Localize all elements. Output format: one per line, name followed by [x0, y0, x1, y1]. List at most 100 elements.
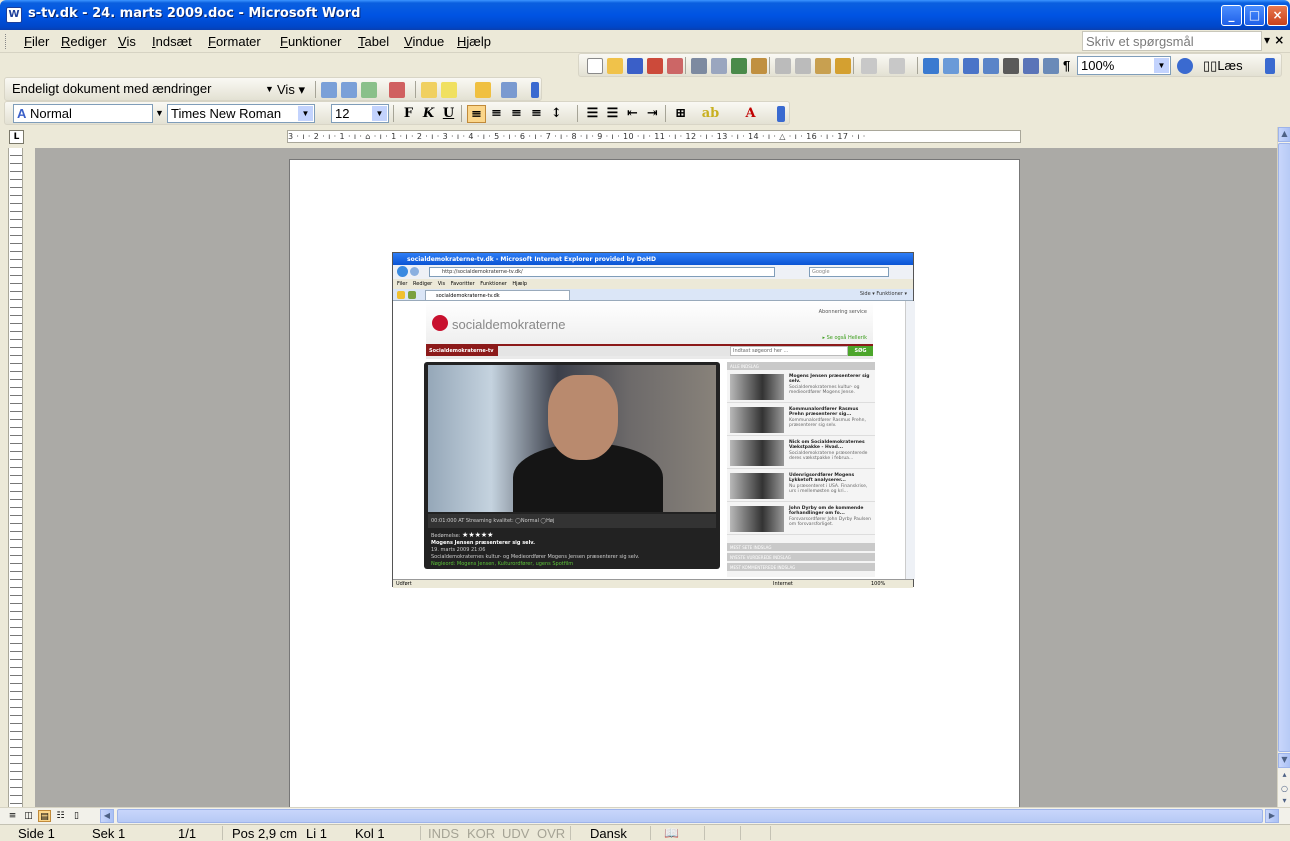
- style-combo[interactable]: A Normal: [13, 104, 153, 123]
- format-painter-icon[interactable]: [835, 58, 851, 74]
- maximize-button[interactable]: □: [1244, 5, 1265, 26]
- word-app-icon[interactable]: W: [6, 7, 22, 23]
- italic-button[interactable]: K: [419, 105, 438, 123]
- outline-view-icon[interactable]: ☷: [54, 810, 67, 822]
- font-combo[interactable]: Times New Roman ▼: [167, 104, 315, 123]
- numbering-icon[interactable]: ☰: [583, 105, 602, 123]
- vertical-scrollbar[interactable]: ▲ ▼ ▴ ○ ▾: [1277, 127, 1290, 810]
- previous-change-icon[interactable]: [321, 82, 337, 98]
- menu-grip[interactable]: [5, 34, 8, 49]
- tab-selector[interactable]: L: [9, 130, 24, 144]
- insert-excel-icon[interactable]: [983, 58, 999, 74]
- research-icon[interactable]: [751, 58, 767, 74]
- align-center-icon[interactable]: ≡: [487, 105, 506, 123]
- font-color-icon[interactable]: A: [741, 105, 760, 123]
- email-icon[interactable]: [667, 58, 683, 74]
- underline-button[interactable]: U: [439, 105, 458, 123]
- reject-change-icon[interactable]: [389, 82, 405, 98]
- menu-vis[interactable]: Vis: [118, 34, 136, 49]
- chevron-down-icon[interactable]: ▼: [298, 106, 313, 121]
- undo-icon[interactable]: [861, 58, 877, 74]
- chevron-down-icon[interactable]: ▼: [1154, 58, 1169, 73]
- menu-vindue[interactable]: Vindue: [404, 34, 444, 49]
- next-change-icon[interactable]: [341, 82, 357, 98]
- embedded-screenshot[interactable]: socialdemokraterne-tv.dk - Microsoft Int…: [392, 252, 915, 588]
- copy-icon[interactable]: [795, 58, 811, 74]
- chevron-down-icon[interactable]: ▼: [155, 108, 164, 118]
- spelling-icon[interactable]: [731, 58, 747, 74]
- cut-icon[interactable]: [775, 58, 791, 74]
- decrease-indent-icon[interactable]: ⇤: [623, 105, 642, 123]
- scroll-up-icon[interactable]: ▲: [1278, 127, 1290, 142]
- status-rec[interactable]: INDS: [428, 826, 459, 841]
- chevron-down-icon[interactable]: ▼: [372, 106, 387, 121]
- align-right-icon[interactable]: ≡: [507, 105, 526, 123]
- help-icon[interactable]: [1177, 58, 1193, 74]
- print-preview-icon[interactable]: [711, 58, 727, 74]
- document-map-icon[interactable]: [1043, 58, 1059, 74]
- menu-formater[interactable]: Formater: [208, 34, 261, 49]
- columns-icon[interactable]: [1003, 58, 1019, 74]
- print-layout-icon[interactable]: ▤: [38, 810, 51, 822]
- toolbar-options-icon[interactable]: [531, 82, 539, 98]
- tables-borders-icon[interactable]: [943, 58, 959, 74]
- hyperlink-icon[interactable]: [923, 58, 939, 74]
- bullets-icon[interactable]: ☰: [603, 105, 622, 123]
- highlight-color-icon[interactable]: ab: [701, 105, 720, 123]
- status-ext[interactable]: UDV: [502, 826, 529, 841]
- font-size-combo[interactable]: 12 ▼: [331, 104, 389, 123]
- menu-hjaelp[interactable]: Hjælp: [457, 34, 491, 49]
- horizontal-ruler[interactable]: 3 · ı · 2 · ı · 1 · ı · ⌂ · ı · 1 · ı · …: [287, 130, 1021, 143]
- close-button[interactable]: ×: [1267, 5, 1288, 26]
- menu-indsaet[interactable]: Indsæt: [152, 34, 192, 49]
- minimize-button[interactable]: _: [1221, 5, 1242, 26]
- permission-icon[interactable]: [647, 58, 663, 74]
- chevron-down-icon[interactable]: ▼: [265, 84, 274, 94]
- scroll-right-icon[interactable]: ▶: [1265, 809, 1279, 823]
- menu-funktioner[interactable]: Funktioner: [280, 34, 341, 49]
- reviewing-pane-icon[interactable]: [501, 82, 517, 98]
- previous-page-icon[interactable]: ▴: [1278, 769, 1290, 784]
- paste-icon[interactable]: [815, 58, 831, 74]
- show-menu-button[interactable]: Vis ▾: [277, 82, 305, 98]
- read-button[interactable]: ▯▯Læs: [1203, 58, 1243, 74]
- spelling-status-icon[interactable]: 📖: [664, 826, 679, 840]
- drawing-icon[interactable]: [1023, 58, 1039, 74]
- accept-change-icon[interactable]: [361, 82, 377, 98]
- normal-view-icon[interactable]: ≡: [6, 810, 19, 822]
- reading-layout-icon[interactable]: ▯: [70, 810, 83, 822]
- increase-indent-icon[interactable]: ⇥: [643, 105, 662, 123]
- scroll-down-icon[interactable]: ▼: [1278, 753, 1290, 768]
- show-hide-icon[interactable]: ¶: [1063, 58, 1070, 73]
- zoom-combo[interactable]: 100% ▼: [1077, 56, 1171, 75]
- print-icon[interactable]: [691, 58, 707, 74]
- new-comment-icon[interactable]: [421, 82, 437, 98]
- new-icon[interactable]: [587, 58, 603, 74]
- line-spacing-icon[interactable]: ↕: [547, 105, 566, 123]
- close-doc-icon[interactable]: ×: [1274, 33, 1284, 47]
- web-layout-icon[interactable]: ◫: [22, 810, 35, 822]
- status-trk[interactable]: KOR: [467, 826, 495, 841]
- highlight-icon[interactable]: [441, 82, 457, 98]
- ask-dropdown-close[interactable]: ▾ ×: [1264, 33, 1284, 47]
- track-changes-icon[interactable]: [475, 82, 491, 98]
- insert-table-icon[interactable]: [963, 58, 979, 74]
- borders-icon[interactable]: ⊞: [671, 105, 690, 123]
- save-icon[interactable]: [627, 58, 643, 74]
- vertical-scroll-thumb[interactable]: [1278, 143, 1290, 752]
- vertical-ruler[interactable]: [8, 148, 23, 807]
- bold-button[interactable]: F: [399, 105, 418, 123]
- status-ovr[interactable]: OVR: [537, 826, 565, 841]
- menu-rediger[interactable]: Rediger: [61, 34, 107, 49]
- open-icon[interactable]: [607, 58, 623, 74]
- scroll-left-icon[interactable]: ◀: [100, 809, 114, 823]
- redo-icon[interactable]: [889, 58, 905, 74]
- display-for-review-combo[interactable]: Endeligt dokument med ændringer: [9, 80, 281, 99]
- menu-tabel[interactable]: Tabel: [358, 34, 389, 49]
- toolbar-options-icon[interactable]: [777, 106, 785, 122]
- justify-icon[interactable]: ≡: [527, 105, 546, 123]
- toolbar-options-icon[interactable]: [1265, 58, 1275, 74]
- menu-filer[interactable]: Filer: [24, 34, 49, 49]
- ask-question-input[interactable]: Skriv et spørgsmål: [1082, 31, 1262, 51]
- horizontal-scroll-thumb[interactable]: [117, 809, 1263, 823]
